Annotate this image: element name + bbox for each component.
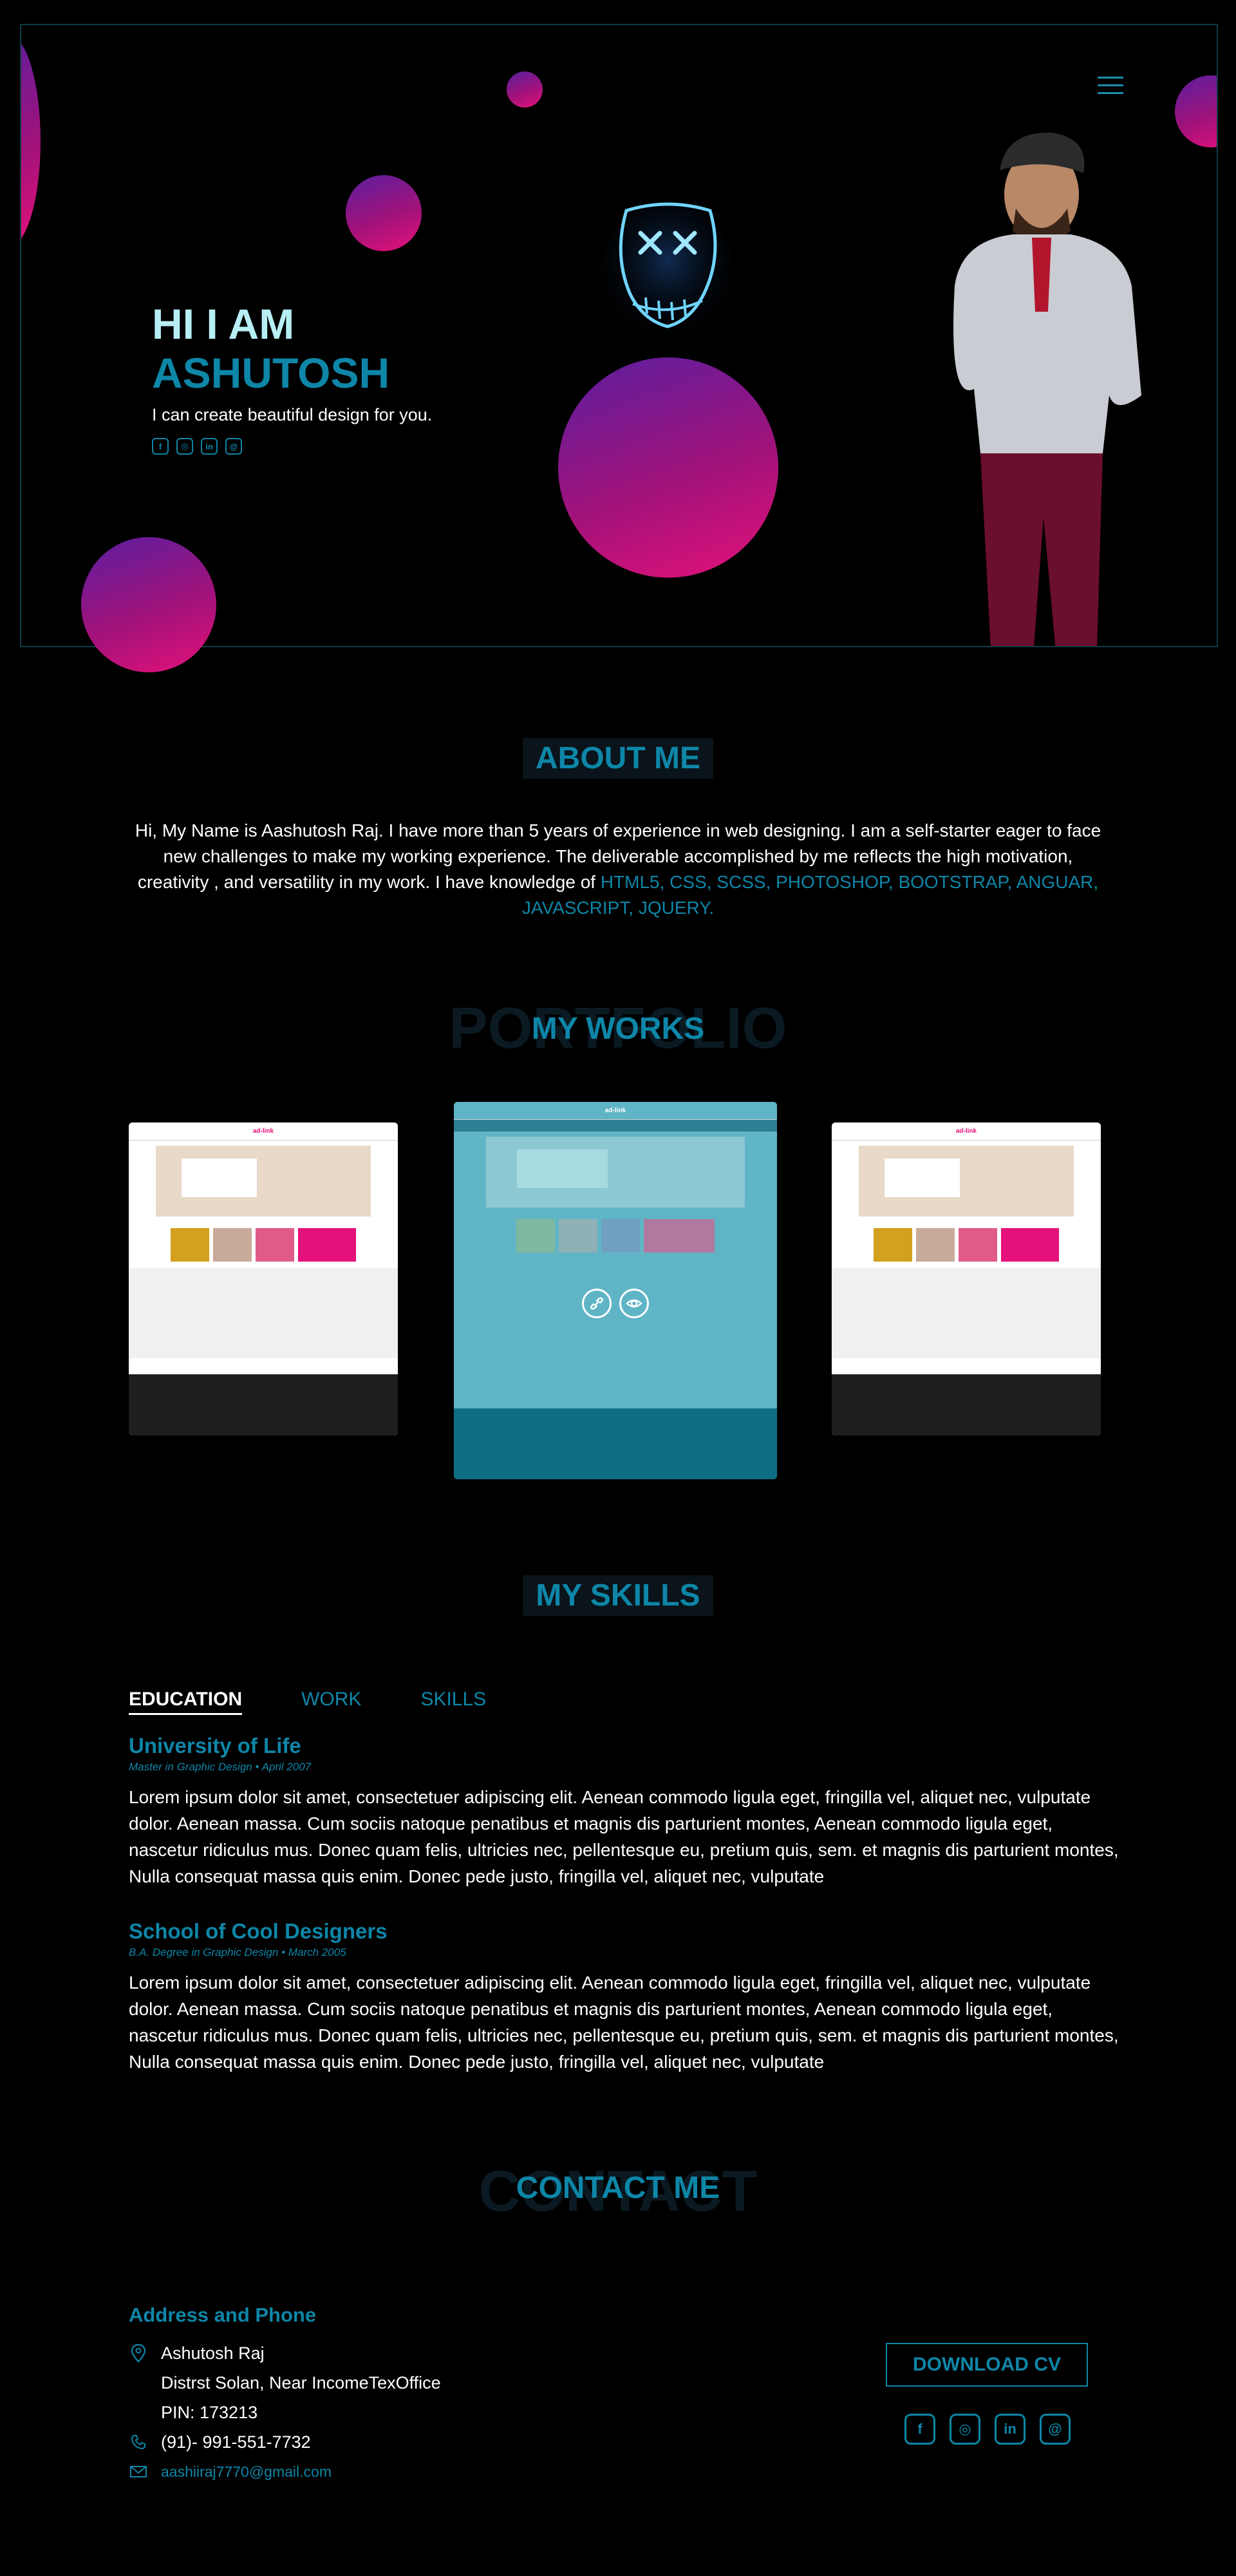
card-logo: ad-link (252, 1128, 274, 1135)
portfolio-card[interactable]: ad-link (129, 1122, 398, 1435)
tab-work[interactable]: WORK (301, 1689, 361, 1715)
contact-details: Address and Phone Ashutosh Raj Distrst S… (129, 2304, 441, 2486)
neon-mask-illustration (601, 202, 735, 347)
education-description: Lorem ipsum dolor sit amet, consectetuer… (129, 1973, 1119, 2072)
education-title: School of Cool Designers (129, 1919, 388, 1943)
education-subtitle: B.A. Degree in Graphic Design • March 20… (129, 1946, 346, 1958)
contact-phone[interactable]: (91)- 991-551-7732 (161, 2432, 311, 2452)
linkedin-icon[interactable]: in (201, 438, 218, 455)
hero-greeting: HI I AM (152, 300, 295, 348)
hero-tagline: I can create beautiful design for you. (152, 405, 433, 424)
download-cv-button[interactable]: DOWNLOAD CV (886, 2343, 1088, 2387)
contact-pin: PIN: 173213 (161, 2402, 258, 2422)
section-title: ABOUT ME (523, 738, 713, 779)
view-icon[interactable] (619, 1289, 649, 1318)
education-title: University of Life (129, 1734, 301, 1757)
about-paragraph: Hi, My Name is Aashutosh Raj. I have mor… (129, 818, 1107, 921)
section-title: MY WORKS (531, 1012, 705, 1046)
decor-bubble (346, 175, 422, 251)
hero-intro: HI I AM ASHUTOSH I can create beautiful … (152, 301, 432, 455)
profile-photo (953, 132, 1141, 646)
link-icon[interactable] (582, 1289, 612, 1318)
decor-bubble (81, 537, 216, 672)
education-description: Lorem ipsum dolor sit amet, consectetuer… (129, 1787, 1119, 1886)
contact-address: Distrst Solan, Near IncomeTexOffice (161, 2372, 441, 2392)
section-title: MY SKILLS (523, 1575, 713, 1616)
skills-tabs: EDUCATION WORK SKILLS (129, 1689, 486, 1715)
decor-bubble (21, 35, 41, 247)
contact-heading: CONTACT ME (0, 2168, 1236, 2208)
contact-email[interactable]: aashiiraj7770@gmail.com (161, 2463, 332, 2481)
phone-icon (129, 2432, 148, 2452)
card-logo: ad-link (604, 1107, 626, 1114)
portfolio-card-hovered[interactable]: ad-link (454, 1102, 777, 1479)
about-skill-list: HTML5, CSS, SCSS, PHOTOSHOP, BOOTSTRAP, … (521, 872, 1099, 918)
footer-social-links: f ◎ in @ (904, 2414, 1071, 2445)
hero-name: ASHUTOSH (152, 349, 390, 397)
decor-bubble (558, 357, 778, 578)
threads-icon[interactable]: @ (225, 438, 242, 455)
linkedin-icon[interactable]: in (995, 2414, 1025, 2445)
hamburger-menu-icon[interactable] (1098, 77, 1123, 100)
location-icon (129, 2344, 148, 2363)
tab-education[interactable]: EDUCATION (129, 1689, 243, 1715)
threads-icon[interactable]: @ (1040, 2414, 1071, 2445)
works-heading: MY WORKS (0, 1009, 1236, 1049)
skills-heading: MY SKILLS (0, 1575, 1236, 1616)
decor-bubble (507, 71, 543, 108)
hero-section: HI I AM ASHUTOSH I can create beautiful … (20, 24, 1218, 647)
decor-bubble (1175, 75, 1217, 147)
instagram-icon[interactable]: ◎ (176, 438, 193, 455)
contact-heading-label: Address and Phone (129, 2304, 317, 2326)
instagram-icon[interactable]: ◎ (950, 2414, 980, 2445)
tab-skills[interactable]: SKILLS (420, 1689, 486, 1715)
contact-name: Ashutosh Raj (161, 2343, 265, 2363)
hero-social-links: f ◎ in @ (152, 438, 432, 455)
section-title: CONTACT ME (516, 2171, 720, 2205)
about-heading: ABOUT ME (0, 738, 1236, 779)
facebook-icon[interactable]: f (152, 438, 169, 455)
education-subtitle: Master in Graphic Design • April 2007 (129, 1761, 312, 1773)
facebook-icon[interactable]: f (904, 2414, 935, 2445)
education-entry: University of Life Master in Graphic Des… (129, 1734, 1120, 1889)
education-entry: School of Cool Designers B.A. Degree in … (129, 1919, 1120, 2075)
email-icon (129, 2462, 148, 2481)
portfolio-card[interactable]: ad-link (832, 1122, 1101, 1435)
card-logo: ad-link (955, 1128, 977, 1135)
